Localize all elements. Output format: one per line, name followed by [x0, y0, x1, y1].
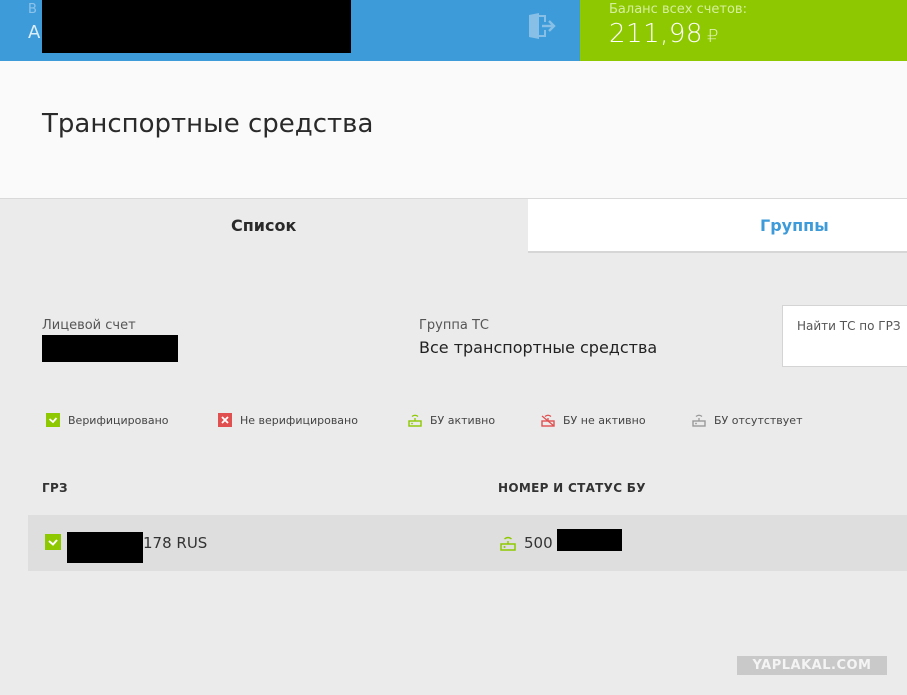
balance-label: Баланс всех счетов:	[609, 2, 747, 17]
user-value: А	[28, 22, 41, 43]
account-selector[interactable]	[42, 335, 178, 362]
tab-list[interactable]: Список	[0, 199, 528, 253]
legend-bu-active: БУ активно	[408, 412, 495, 428]
search-box	[782, 305, 907, 367]
column-header-bu[interactable]: НОМЕР И СТАТУС БУ	[498, 481, 646, 495]
redacted-block	[67, 532, 143, 563]
page-title: Транспортные средства	[42, 109, 374, 139]
legend-label: Не верифицировано	[240, 413, 358, 427]
watermark: YAPLAKAL.COM	[737, 656, 887, 675]
bu-missing-icon	[692, 414, 706, 427]
not-verified-cross-icon	[218, 413, 232, 427]
verified-check-icon	[46, 413, 60, 427]
tab-groups[interactable]: Группы	[528, 199, 907, 253]
legend-label: БУ отсутствует	[714, 413, 803, 427]
account-label: Лицевой счет	[42, 318, 136, 333]
top-bar: В А Баланс всех счетов: 211,98 ₽	[0, 0, 907, 61]
legend-verified: Верифицировано	[46, 412, 169, 428]
tab-groups-label: Группы	[760, 216, 829, 235]
balance-panel: Баланс всех счетов: 211,98 ₽	[580, 0, 907, 61]
verified-check-icon	[45, 534, 61, 550]
bu-active-icon	[500, 536, 516, 551]
user-panel: В А	[0, 0, 580, 61]
bu-number: 500	[524, 534, 553, 552]
legend-bu-missing: БУ отсутствует	[692, 412, 802, 428]
redacted-block	[557, 529, 622, 551]
title-section: Транспортные средства	[0, 61, 907, 199]
legend-not-verified: Не верифицировано	[218, 412, 358, 428]
bu-inactive-icon	[541, 414, 555, 427]
group-label: Группа ТС	[419, 318, 489, 333]
legend-bu-inactive: БУ не активно	[541, 412, 646, 428]
redacted-block	[42, 0, 351, 53]
legend-label: БУ активно	[430, 413, 496, 427]
user-label: В	[28, 2, 37, 17]
search-input[interactable]	[797, 319, 907, 333]
bu-active-icon	[408, 414, 422, 427]
legend-label: Верифицировано	[68, 413, 169, 427]
column-header-grz[interactable]: ГРЗ	[42, 481, 68, 495]
plate-number: 178 RUS	[143, 534, 208, 552]
balance-value: 211,98 ₽	[609, 19, 719, 49]
logout-icon[interactable]	[526, 11, 556, 41]
legend-label: БУ не активно	[563, 413, 646, 427]
group-selector[interactable]: Все транспортные средства	[419, 338, 657, 357]
table-row[interactable]: 178 RUS 500	[28, 515, 907, 571]
currency-symbol: ₽	[706, 26, 719, 47]
tab-list-label: Список	[231, 216, 297, 235]
